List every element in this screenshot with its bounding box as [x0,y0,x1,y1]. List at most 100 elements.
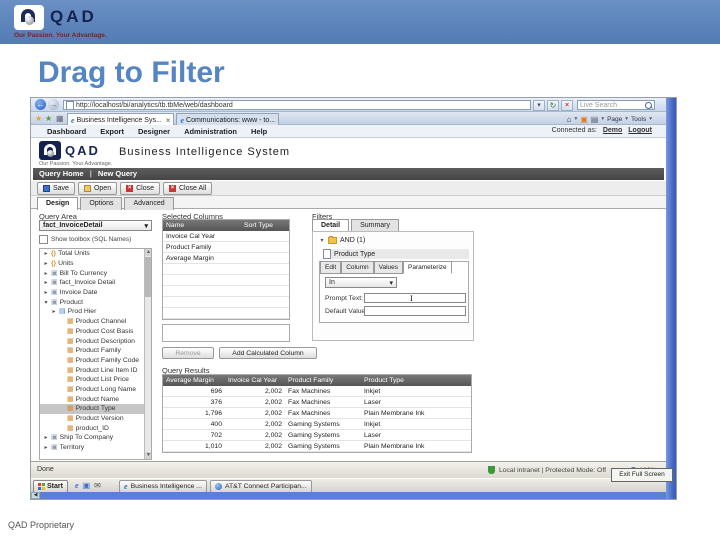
refresh-icon[interactable]: ↻ [547,100,559,111]
expander-icon[interactable]: ▸ [43,444,49,451]
forward-button[interactable]: → [48,99,59,110]
app-logo-sphere-icon [47,150,54,157]
default-value-input[interactable] [364,306,466,316]
add-favorite-icon[interactable]: ★ [45,114,52,123]
tools-menu[interactable]: Tools [631,116,646,123]
horizontal-scrollbar[interactable]: ◀ [31,492,666,499]
table-row[interactable]: Average Margin [163,253,289,264]
tree-item-invoice-date[interactable]: ▸ ▣ Invoice Date [40,288,151,298]
tree-item-product-family-code[interactable]: ▦ Product Family Code [40,356,151,366]
tab-advanced[interactable]: Advanced [124,197,174,210]
tree-item-product-list-price[interactable]: ▦ Product List Price [40,375,151,385]
save-button[interactable]: Save [37,182,75,195]
tree-item-units[interactable]: ▸{} Units [40,259,151,269]
operator-select[interactable]: In ▾ [325,277,397,288]
scroll-up-icon[interactable]: ▲ [145,249,151,256]
tree-item-product-long-name[interactable]: ▦ Product Long Name [40,385,151,395]
open-button[interactable]: Open [77,182,118,195]
tree-item-total-units[interactable]: ▸{} Total Units [40,249,151,259]
close-all-button[interactable]: × Close All [163,182,213,195]
filter-subtab-values[interactable]: Values [373,261,404,274]
tree-item-bill-to-currency[interactable]: ▸ ▣ Bill To Currency [40,268,151,278]
stop-icon[interactable]: × [561,100,573,111]
user-link[interactable]: Demo [603,127,622,134]
tree-item-product-cost-basis[interactable]: ▦ Product Cost Basis [40,327,151,337]
close-button[interactable]: × Close [120,182,160,195]
remove-button[interactable]: Remove [162,347,214,359]
tree-item-prod-hier[interactable]: ▸ ▤ Prod Hier [40,307,151,317]
sql-names-checkbox[interactable]: Show toolbox (SQL Names) [39,235,131,244]
table-row: 696 2,002 Fax Machines Inkjet [163,386,471,397]
filter-subtab-edit[interactable]: Edit [320,261,342,274]
tree-item-label: Ship To Company [59,434,114,442]
filter-group[interactable]: ▾ AND (1) [319,236,365,244]
mail-icon[interactable]: ✉ [94,481,101,490]
text-cursor-icon: I [410,294,413,303]
logout-link[interactable]: Logout [628,127,652,134]
expander-icon[interactable]: ▾ [43,299,49,306]
scroll-down-icon[interactable]: ▼ [145,452,151,459]
expander-icon[interactable]: ▸ [43,434,49,441]
tree-item-label: Territory [59,444,85,452]
tab-design[interactable]: Design [37,197,79,210]
close-tab-icon[interactable]: × [166,116,171,125]
table-row[interactable]: Product Family [163,242,289,253]
scrollbar-thumb[interactable] [145,257,151,297]
app-toolbar-row: Save Open × Close × Close All [31,181,666,196]
tree-item-territory[interactable]: ▸ ▣ Territory [40,443,151,453]
column-header-product-family: Product Family [288,377,334,384]
browser-status-bar: Done Local intranet | Protected Mode: Of… [31,461,666,478]
tree-item-product-type[interactable]: ▦ Product Type [40,404,151,414]
favorites-star-icon[interactable]: ★ [35,114,42,123]
cell: Plain Membrane Ink [364,442,425,450]
add-calculated-column-button[interactable]: Add Calculated Column [219,347,317,359]
expander-icon[interactable]: ▸ [43,279,49,286]
tree-item-product-name[interactable]: ▦ Product Name [40,394,151,404]
menu-dashboard[interactable]: Dashboard [47,127,86,136]
desktop-icon[interactable]: ▣ [83,481,91,490]
search-input[interactable]: Live Search [577,100,655,110]
page-menu[interactable]: Page [607,116,622,123]
ie-quicklaunch-icon[interactable]: e [75,481,79,490]
search-icon[interactable] [645,101,652,109]
tree-item-product-family[interactable]: ▦ Product Family [40,346,151,356]
print-icon[interactable]: ▤ [591,115,599,124]
tree-item-label: Product Family [75,347,121,355]
menu-help[interactable]: Help [251,127,267,136]
prompt-text-input[interactable]: I [364,293,466,303]
expander-icon[interactable]: ▸ [43,250,49,257]
tab-options[interactable]: Options [80,197,123,210]
menu-administration[interactable]: Administration [184,127,237,136]
address-dropdown-icon[interactable]: ▾ [533,100,545,111]
expander-open-icon[interactable]: ▾ [319,237,325,244]
tree-scrollbar[interactable]: ▲ ▼ [144,249,151,459]
expander-icon[interactable]: ▸ [43,289,49,296]
tree-item-product-line-item-id[interactable]: ▦ Product Line Item ID [40,365,151,375]
table-row[interactable]: Invoice Cal Year [163,231,289,242]
expander-icon[interactable]: ▸ [43,270,49,277]
scroll-left-icon[interactable]: ◀ [31,492,40,499]
menu-designer[interactable]: Designer [138,127,170,136]
feeds-icon[interactable]: ▣ [580,115,588,124]
tree-item-fact-invoice-detail[interactable]: ▸ ▣ fact_Invoice Detail [40,278,151,288]
address-input[interactable]: http://localhost/bi/analytics/tb.tbMe/we… [63,100,531,110]
table-dropdown[interactable]: fact_InvoiceDetail ▾ [39,220,152,231]
quick-tabs-icon[interactable]: ▦ [56,114,64,123]
filter-subtab-parameterize[interactable]: Parameterize [403,261,452,274]
breadcrumb-home-link[interactable]: Query Home [39,169,84,178]
home-icon[interactable]: ⌂ [567,115,572,124]
filter-item-product-type[interactable]: Product Type [323,249,469,259]
tree-item-product-channel[interactable]: ▦ Product Channel [40,317,151,327]
tree-item-ship-to-company[interactable]: ▸ ▣ Ship To Company [40,433,151,443]
tree-item-label: Units [58,260,74,268]
tree-item-product[interactable]: ▾ ▣ Product [40,297,151,307]
menu-export[interactable]: Export [100,127,124,136]
filter-subtab-column[interactable]: Column [341,261,374,274]
expander-icon[interactable]: ▸ [43,260,49,267]
tree-item-product-id[interactable]: ▦ product_ID [40,423,151,433]
tree-item-product-version[interactable]: ▦ Product Version [40,414,151,424]
checkbox-icon[interactable] [39,235,48,244]
expander-icon[interactable]: ▸ [51,308,57,315]
tree-item-product-description[interactable]: ▦ Product Description [40,336,151,346]
back-button[interactable]: ← [35,99,46,110]
